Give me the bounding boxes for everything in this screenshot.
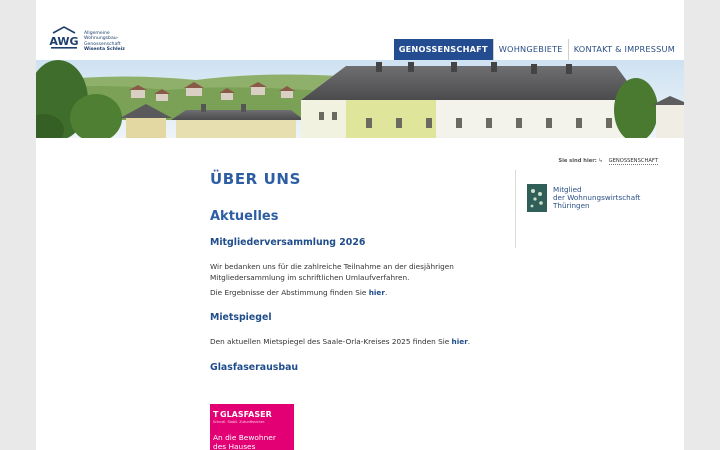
text-segment: . (467, 337, 471, 346)
breadcrumb: Sie sind hier: ↳ GENOSSENSCHAFT (558, 158, 658, 165)
hero-image (36, 60, 684, 138)
nav-genossenschaft[interactable]: GENOSSENSCHAFT (393, 39, 493, 60)
awg-logo-mark-icon: AWG (49, 26, 79, 49)
glasfaser-brand: GLASFASER (220, 410, 272, 419)
glasfaser-tagline: Schnell. Stabil. Zukunftssicher. (213, 420, 265, 424)
main-content: ÜBER UNS Aktuelles Mitgliederversammlung… (210, 170, 510, 373)
news-heading: Glasfaserausbau (210, 362, 299, 373)
news-paragraph: Den aktuellen Mietspiegel des Saale-Orla… (210, 336, 510, 347)
awg-logo[interactable]: AWG Allgemeine Wohnungsbau- Genossenscha… (48, 26, 128, 60)
section-title: Aktuelles (210, 209, 279, 224)
glasfaser-banner[interactable]: T GLASFASER Schnell. Stabil. Zukunftssic… (210, 404, 294, 450)
page-title: ÜBER UNS (210, 170, 301, 188)
breadcrumb-current[interactable]: GENOSSENSCHAFT (608, 158, 658, 165)
news-heading: Mietspiegel (210, 312, 272, 323)
nav-wohngebiete[interactable]: WOHNGEBIETE (492, 39, 568, 60)
sidebar-divider (515, 170, 516, 248)
glasfaser-line2: des Hauses (213, 442, 256, 450)
telekom-t-icon: T (213, 410, 219, 419)
vtw-member-text: Mitglied der Wohnungswirtschaft Thüringe… (553, 186, 640, 210)
breadcrumb-label: Sie sind hier: (558, 158, 597, 164)
news-paragraph: Wir bedanken uns für die zahlreiche Teil… (210, 262, 454, 282)
text-segment: Den aktuellen Mietspiegel des Saale-Orla… (210, 337, 452, 346)
glasfaser-line1: An die Bewohner (213, 433, 277, 442)
logo-abbr: AWG (49, 35, 78, 48)
page: AWG Allgemeine Wohnungsbau- Genossenscha… (36, 0, 684, 450)
text-segment: . (384, 288, 388, 297)
logo-line: Wisenta Schleiz (84, 47, 125, 53)
badge-line: Thüringen (553, 201, 590, 210)
breadcrumb-arrow-icon: ↳ (598, 158, 603, 164)
logo-text: Allgemeine Wohnungsbau- Genossenschaft W… (84, 31, 125, 53)
news-heading: Mitgliederversammlung 2026 (210, 237, 366, 248)
main-nav: GENOSSENSCHAFT WOHNGEBIETE KONTAKT & IMP… (393, 39, 680, 60)
nav-kontakt-impressum[interactable]: KONTAKT & IMPRESSUM (567, 39, 680, 60)
text-segment: Die Ergebnisse der Abstimmung finden Sie (210, 288, 369, 297)
results-link[interactable]: hier (369, 288, 385, 297)
mietspiegel-link[interactable]: hier (452, 337, 468, 346)
news-paragraph: Die Ergebnisse der Abstimmung finden Sie… (210, 287, 510, 298)
